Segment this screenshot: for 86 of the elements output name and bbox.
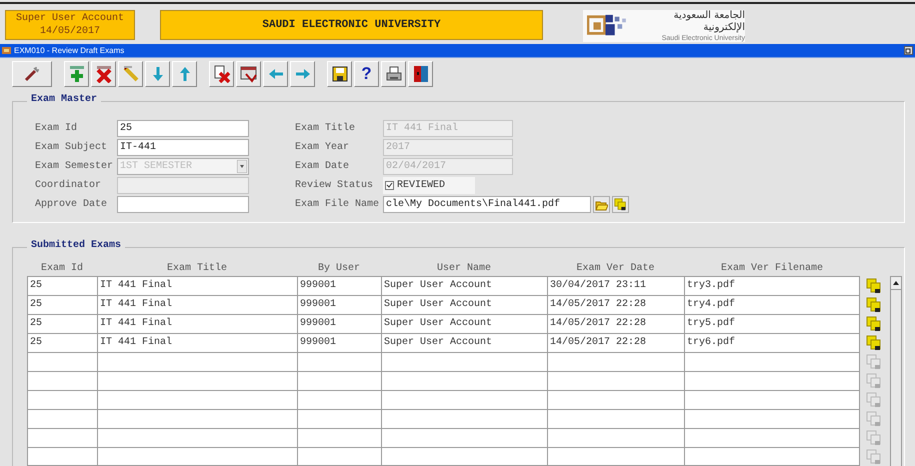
pencil-icon <box>122 65 140 83</box>
institution-banner: SAUDI ELECTRONIC UNIVERSITY <box>160 10 543 40</box>
toolbar-button[interactable] <box>327 61 352 87</box>
attachment-button[interactable] <box>612 196 630 213</box>
table-cell: IT 441 Final <box>97 314 297 333</box>
table-cell: 25 <box>27 295 97 314</box>
field-label: Exam Semester <box>35 160 114 174</box>
toolbar-button[interactable] <box>381 61 406 87</box>
exit-door-icon <box>412 65 430 83</box>
field-label: Coordinator <box>35 178 102 193</box>
field-label: Exam Year <box>295 141 350 155</box>
attachment-icon[interactable] <box>866 316 882 332</box>
column-header: By User <box>316 262 361 276</box>
table-cell: 14/05/2017 22:28 <box>547 333 684 352</box>
delete-record-icon <box>212 65 230 83</box>
input-field[interactable]: 25 <box>117 120 250 137</box>
table-cell: IT 441 Final <box>97 276 297 295</box>
table-cell <box>27 428 97 447</box>
field-label: Exam Title <box>295 122 356 136</box>
attachment-icon[interactable] <box>866 278 882 294</box>
user-name: Super User Account <box>16 12 124 25</box>
table-cell: 999001 <box>297 276 381 295</box>
toolbar-button[interactable] <box>236 61 261 87</box>
toolbar-button[interactable] <box>91 61 116 87</box>
table-cell: 14/05/2017 22:28 <box>547 314 684 333</box>
toolbar-button[interactable] <box>12 61 52 87</box>
table-cell <box>27 371 97 390</box>
attachment-icon[interactable] <box>866 296 882 312</box>
table-cell: 25 <box>27 314 97 333</box>
attachment-icon[interactable] <box>866 334 882 350</box>
table-cell: Super User Account <box>381 295 547 314</box>
window-title: EXM010 - Review Draft Exams <box>14 46 126 55</box>
delete-icon <box>94 65 112 83</box>
section-title: Submitted Exams <box>27 240 126 251</box>
input-field[interactable]: cle\My Documents\Final441.pdf <box>383 196 592 213</box>
column-header: User Name <box>436 262 492 276</box>
table-cell: 25 <box>27 333 97 352</box>
app-icon <box>2 46 11 55</box>
table-cell: Super User Account <box>381 333 547 352</box>
dropdown-caret-icon <box>237 160 248 173</box>
toolbar-button[interactable] <box>209 61 234 87</box>
wand-icon <box>23 65 41 83</box>
table-cell: try6.pdf <box>684 333 860 352</box>
field-label: Exam File Name <box>295 198 380 212</box>
column-header: Exam Title <box>166 262 228 276</box>
save-icon <box>330 65 348 83</box>
field-label: Exam Subject <box>35 140 108 155</box>
form-icon <box>240 65 258 83</box>
logo-arabic-text: الجامعة السعودية الإلكترونية <box>672 10 745 34</box>
section-title: Exam Master <box>27 94 102 105</box>
input-field[interactable]: IT-441 <box>117 139 250 156</box>
table-cell <box>27 390 97 409</box>
table-cell: 14/05/2017 22:28 <box>547 295 684 314</box>
printer-icon <box>384 65 402 83</box>
scroll-up-button[interactable] <box>891 277 901 290</box>
table-cell <box>27 409 97 428</box>
table-cell: 30/04/2017 23:11 <box>547 276 684 295</box>
table-cell: 999001 <box>297 333 381 352</box>
checkbox-label: REVIEWED <box>397 180 446 191</box>
table-cell: 25 <box>27 276 97 295</box>
field-label: Approve Date <box>35 198 108 212</box>
table-cell: 999001 <box>297 314 381 333</box>
toolbar-button[interactable]: ? <box>354 61 379 87</box>
table-cell: Super User Account <box>381 314 547 333</box>
field-label: Review Status <box>295 178 374 193</box>
table-cell: try4.pdf <box>684 295 860 314</box>
scrollbar[interactable] <box>890 276 902 466</box>
table-cell: IT 441 Final <box>97 295 297 314</box>
checkbox[interactable] <box>385 181 394 190</box>
restore-icon[interactable] <box>904 46 913 55</box>
column-header: Exam Ver Date <box>575 262 656 276</box>
table-cell: Super User Account <box>381 276 547 295</box>
toolbar-button[interactable] <box>408 61 433 87</box>
table-cell: try3.pdf <box>684 276 860 295</box>
field-label: Exam Id <box>35 122 78 136</box>
table-cell: try5.pdf <box>684 314 860 333</box>
input-field[interactable] <box>117 196 250 213</box>
table-cell: IT 441 Final <box>97 333 297 352</box>
field-label: Exam Date <box>295 160 350 174</box>
table-cell <box>27 352 97 371</box>
table-cell <box>27 447 97 466</box>
table-cell: 999001 <box>297 295 381 314</box>
column-header: Exam Id <box>40 262 84 276</box>
current-date: 14/05/2017 <box>40 25 100 38</box>
column-header: Exam Ver Filename <box>720 262 824 276</box>
add-icon <box>68 65 86 83</box>
